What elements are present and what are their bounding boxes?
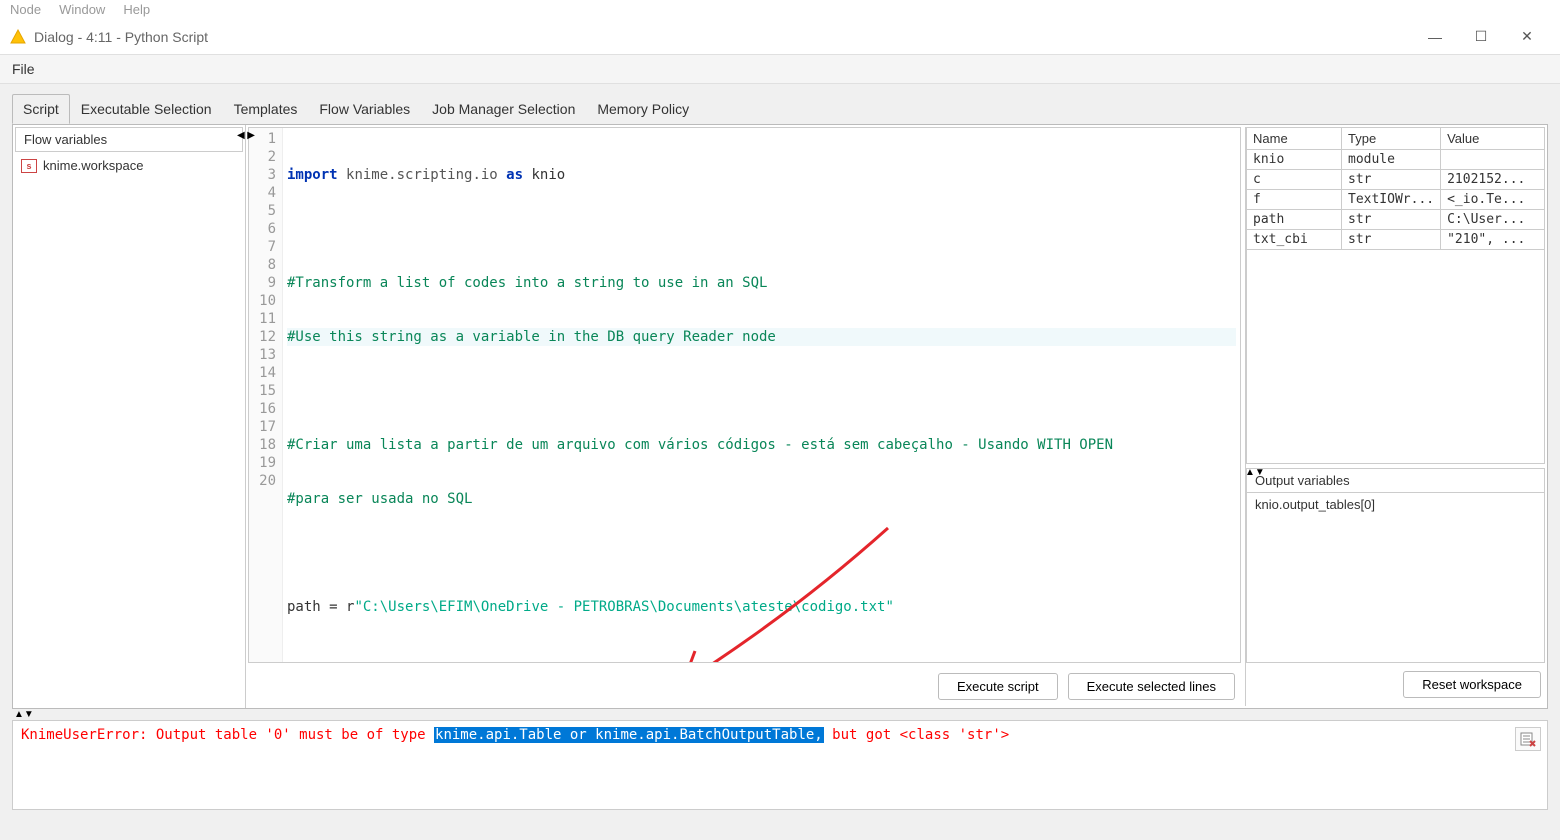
- error-text: but got <class 'str'>: [824, 727, 1009, 743]
- tab-job-manager[interactable]: Job Manager Selection: [421, 94, 586, 124]
- tab-executable-selection[interactable]: Executable Selection: [70, 94, 223, 124]
- line-number-gutter: 1234567891011121314151617181920: [249, 128, 283, 662]
- table-row[interactable]: pathstrC:\User...: [1247, 210, 1545, 230]
- console-output: KnimeUserError: Output table '0' must be…: [12, 720, 1548, 810]
- vertical-splitter-icon[interactable]: ▲▼: [1245, 467, 1265, 478]
- window-title: Dialog - 4:11 - Python Script: [34, 29, 208, 45]
- tab-templates[interactable]: Templates: [223, 94, 309, 124]
- table-row[interactable]: kniomodule: [1247, 150, 1545, 170]
- flow-variables-header: Flow variables: [15, 127, 243, 152]
- title-bar: Dialog - 4:11 - Python Script — ☐ ✕: [0, 19, 1560, 55]
- reset-workspace-button[interactable]: Reset workspace: [1403, 671, 1541, 698]
- editor-pane: 1234567891011121314151617181920 import k…: [246, 125, 1243, 708]
- main-panel: Flow variables s knime.workspace 1234567…: [12, 124, 1548, 709]
- output-variable-item[interactable]: knio.output_tables[0]: [1255, 497, 1536, 512]
- app-icon: [10, 29, 26, 45]
- col-value[interactable]: Value: [1441, 128, 1545, 150]
- outer-menu-item[interactable]: Window: [59, 2, 105, 17]
- error-text: KnimeUserError: Output table '0' must be…: [21, 727, 434, 743]
- maximize-button[interactable]: ☐: [1458, 22, 1504, 52]
- col-type[interactable]: Type: [1342, 128, 1441, 150]
- tab-memory-policy[interactable]: Memory Policy: [586, 94, 700, 124]
- tab-script[interactable]: Script: [12, 94, 70, 124]
- execute-selected-lines-button[interactable]: Execute selected lines: [1068, 673, 1235, 700]
- horizontal-splitter-icon[interactable]: [239, 130, 253, 144]
- menu-file[interactable]: File: [12, 61, 35, 77]
- close-button[interactable]: ✕: [1504, 22, 1550, 52]
- error-text-selected: knime.api.Table or knime.api.BatchOutput…: [434, 727, 824, 743]
- code-editor[interactable]: import knime.scripting.io as knio #Trans…: [283, 128, 1240, 662]
- outer-menu-item[interactable]: Node: [10, 2, 41, 17]
- tab-flow-variables[interactable]: Flow Variables: [308, 94, 421, 124]
- variables-table: Name Type Value kniomodule cstr2102152..…: [1246, 127, 1545, 250]
- table-row[interactable]: fTextIOWr...<_io.Te...: [1247, 190, 1545, 210]
- execute-script-button[interactable]: Execute script: [938, 673, 1058, 700]
- flow-variables-pane: Flow variables s knime.workspace: [13, 125, 246, 708]
- variables-pane: Name Type Value kniomodule cstr2102152..…: [1245, 127, 1545, 706]
- table-row[interactable]: cstr2102152...: [1247, 170, 1545, 190]
- clear-console-button[interactable]: [1515, 727, 1541, 751]
- menu-bar: File: [0, 55, 1560, 84]
- flow-variable-item[interactable]: s knime.workspace: [13, 154, 245, 177]
- flow-variable-label: knime.workspace: [43, 158, 143, 173]
- col-name[interactable]: Name: [1247, 128, 1342, 150]
- outer-menu-item[interactable]: Help: [123, 2, 150, 17]
- minimize-button[interactable]: —: [1412, 22, 1458, 52]
- tab-bar: Script Executable Selection Templates Fl…: [0, 84, 1560, 124]
- table-row[interactable]: txt_cbistr"210", ...: [1247, 230, 1545, 250]
- output-variables-list: knio.output_tables[0]: [1246, 493, 1545, 663]
- string-variable-icon: s: [21, 159, 37, 173]
- app-outer-menu: Node Window Help: [0, 0, 1560, 19]
- console-splitter-icon[interactable]: ▲▼: [14, 709, 1546, 720]
- output-variables-header: ▲▼ Output variables: [1246, 468, 1545, 493]
